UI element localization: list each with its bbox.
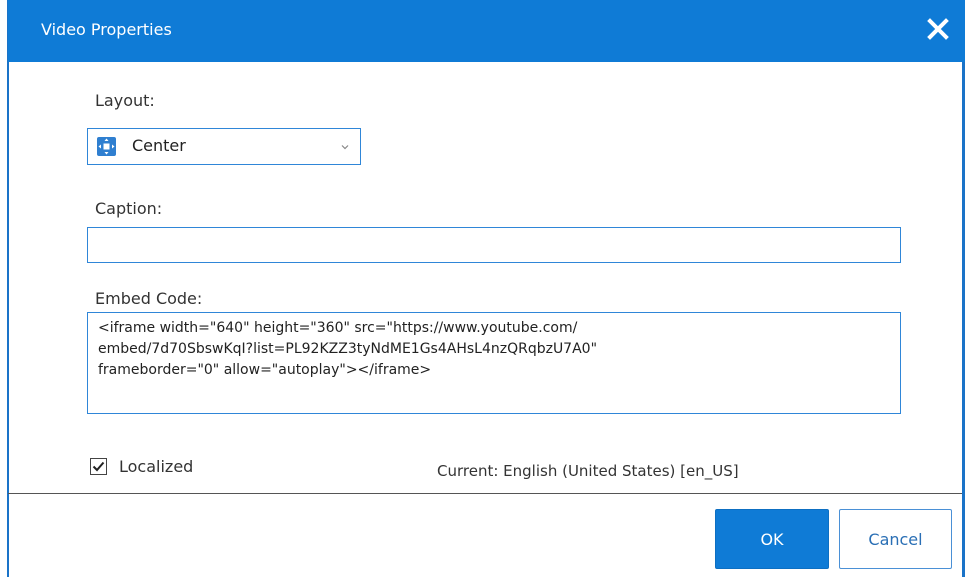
dialog-left-border [7, 0, 9, 577]
dialog-titlebar: Video Properties [8, 0, 965, 62]
layout-select[interactable]: Center [87, 128, 361, 165]
cancel-button[interactable]: Cancel [839, 509, 952, 569]
close-icon [927, 18, 949, 40]
current-locale-text: Current: English (United States) [en_US] [437, 462, 739, 480]
video-properties-dialog: Video Properties Layout: Center Caption:… [0, 0, 965, 577]
ok-button[interactable]: OK [715, 509, 829, 569]
footer-divider [8, 493, 962, 494]
embed-code-label: Embed Code: [95, 289, 203, 308]
layout-center-icon [97, 137, 116, 156]
embed-code-textarea[interactable] [87, 312, 901, 414]
layout-selected-value: Center [132, 136, 186, 155]
dialog-title: Video Properties [41, 20, 172, 39]
layout-label: Layout: [95, 91, 155, 110]
checkmark-icon [92, 461, 105, 472]
localized-label: Localized [119, 457, 194, 476]
caption-label: Caption: [95, 199, 163, 218]
close-button[interactable] [923, 14, 953, 44]
localized-checkbox[interactable] [90, 458, 107, 475]
caption-input[interactable] [87, 227, 901, 263]
chevron-down-icon [341, 145, 349, 150]
